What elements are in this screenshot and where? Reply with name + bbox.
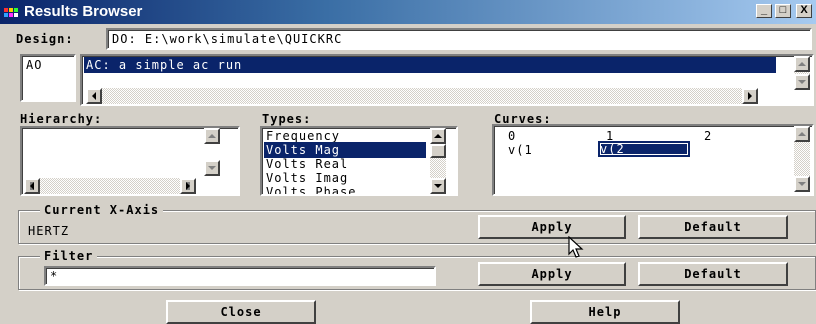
types-scroll-thumb[interactable]: [430, 144, 446, 158]
hierarchy-scroll-up-button[interactable]: [204, 128, 220, 144]
types-list[interactable]: Frequency Volts Mag Volts Real Volts Ima…: [260, 126, 458, 196]
x-axis-apply-button[interactable]: Apply: [478, 215, 626, 239]
curves-scroll-down-button[interactable]: [794, 176, 810, 192]
filter-default-button[interactable]: Default: [638, 262, 788, 286]
mouse-cursor-icon: [568, 235, 586, 263]
close-window-button[interactable]: X: [796, 4, 812, 18]
close-button[interactable]: Close: [166, 300, 316, 324]
analysis-list[interactable]: AC: a simple ac run: [80, 54, 814, 106]
h-scroll-track[interactable]: [102, 88, 748, 104]
app-icon: [4, 5, 20, 19]
types-scroll-up-button[interactable]: [430, 128, 446, 144]
maximize-button[interactable]: □: [775, 4, 791, 18]
types-label: Types:: [262, 112, 312, 126]
title-bar[interactable]: Results Browser _ □ X: [0, 0, 816, 24]
analysis-list-item[interactable]: AC: a simple ac run: [84, 57, 776, 73]
minimize-button[interactable]: _: [756, 4, 772, 18]
types-scroll-down-button[interactable]: [430, 178, 446, 194]
x-axis-value: HERTZ: [28, 224, 70, 238]
curve-item-v2[interactable]: v(2: [598, 141, 690, 157]
results-browser-window: Results Browser _ □ X Design: DO: E:\wor…: [0, 0, 816, 324]
analysis-id-list[interactable]: AO: [20, 54, 76, 102]
hierarchy-scroll-down-button[interactable]: [204, 160, 220, 176]
scroll-right-button[interactable]: [742, 88, 758, 104]
design-label: Design:: [16, 32, 74, 46]
hierarchy-label: Hierarchy:: [20, 112, 103, 126]
hierarchy-list[interactable]: [20, 126, 240, 196]
hierarchy-scroll-right-button[interactable]: [180, 178, 196, 194]
curves-header-2: 2: [704, 129, 713, 143]
x-axis-default-button[interactable]: Default: [638, 215, 788, 239]
scroll-left-button[interactable]: [86, 88, 102, 104]
analysis-id-item[interactable]: AO: [24, 57, 42, 73]
scroll-up-button[interactable]: [794, 56, 810, 72]
filter-apply-button[interactable]: Apply: [478, 262, 626, 286]
help-button[interactable]: Help: [530, 300, 680, 324]
curves-scroll-up-button[interactable]: [794, 126, 810, 142]
curves-scroll-track[interactable]: [794, 142, 810, 176]
x-axis-legend: Current X-Axis: [40, 203, 164, 217]
type-item-volts-phase[interactable]: Volts Phase: [264, 184, 426, 194]
window-title: Results Browser: [24, 3, 143, 20]
hierarchy-h-track[interactable]: [40, 178, 180, 194]
curves-list[interactable]: 0 1 2 v(1 v(2: [492, 124, 814, 196]
scroll-down-button[interactable]: [794, 74, 810, 90]
curve-item-v1[interactable]: v(1: [506, 142, 533, 158]
filter-legend: Filter: [40, 249, 98, 263]
types-scroll-track[interactable]: [430, 158, 446, 178]
filter-input[interactable]: *: [44, 266, 436, 286]
design-field[interactable]: DO: E:\work\simulate\QUICKRC: [106, 28, 812, 50]
hierarchy-scroll-left-button[interactable]: [24, 178, 40, 194]
